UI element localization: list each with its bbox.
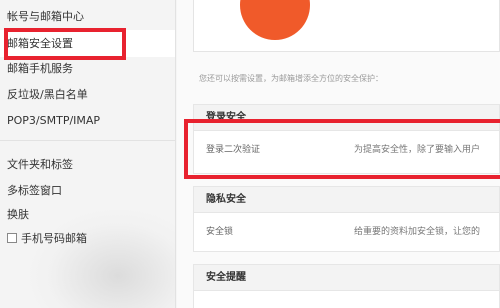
sidebar-item-pop3-smtp-imap[interactable]: POP3/SMTP/IMAP	[7, 114, 100, 128]
phone-mailbox-label: 手机号码邮箱	[21, 232, 87, 245]
sidebar-item-skin[interactable]: 换肤	[7, 208, 29, 222]
banner-accent-circle	[240, 0, 310, 40]
settings-main-panel: 您还可以按需设置，为邮箱增添全方位的安全保护： 登录安全 登录二次验证 为提高安…	[177, 0, 500, 308]
sidebar-item-phone-mailbox[interactable]: 手机号码邮箱	[7, 232, 87, 246]
sidebar-item-mobile-service[interactable]: 邮箱手机服务	[7, 62, 73, 76]
two-step-verification-desc: 为提高安全性，除了要输入用户	[354, 145, 481, 155]
two-step-verification-row[interactable]: 登录二次验证 为提高安全性，除了要输入用户	[194, 131, 499, 169]
sidebar-item-account-center[interactable]: 帐号与邮箱中心	[7, 10, 84, 24]
decorative-background-art	[30, 210, 175, 308]
privacy-security-section: 隐私安全 安全锁 给重要的资料加安全锁，让您的	[193, 186, 500, 252]
login-security-section: 登录安全 登录二次验证 为提高安全性，除了要输入用户	[193, 104, 500, 174]
sidebar-item-multi-tab-window[interactable]: 多标签窗口	[7, 184, 62, 198]
phone-mailbox-checkbox[interactable]	[7, 233, 17, 243]
sidebar-item-mail-security[interactable]: 邮箱安全设置	[0, 30, 175, 57]
security-lock-desc: 给重要的资料加安全锁，让您的	[354, 227, 481, 237]
sidebar-item-folders-tags[interactable]: 文件夹和标签	[7, 158, 73, 172]
security-alert-section: 安全提醒	[193, 264, 500, 308]
two-step-verification-label: 登录二次验证	[206, 145, 261, 155]
login-security-heading: 登录安全	[194, 105, 499, 131]
sidebar-item-antispam[interactable]: 反垃圾/黑白名单	[7, 88, 88, 102]
security-lock-label: 安全锁	[206, 227, 234, 237]
security-alert-heading: 安全提醒	[194, 265, 499, 291]
security-lock-row[interactable]: 安全锁 给重要的资料加安全锁，让您的	[194, 213, 499, 251]
sidebar-divider	[0, 140, 175, 141]
security-intro-text: 您还可以按需设置，为邮箱增添全方位的安全保护：	[199, 74, 383, 83]
top-banner-card	[193, 0, 500, 52]
privacy-security-heading: 隐私安全	[194, 187, 499, 213]
settings-sidebar: 帐号与邮箱中心 邮箱安全设置 邮箱手机服务 反垃圾/黑白名单 POP3/SMTP…	[0, 0, 176, 308]
